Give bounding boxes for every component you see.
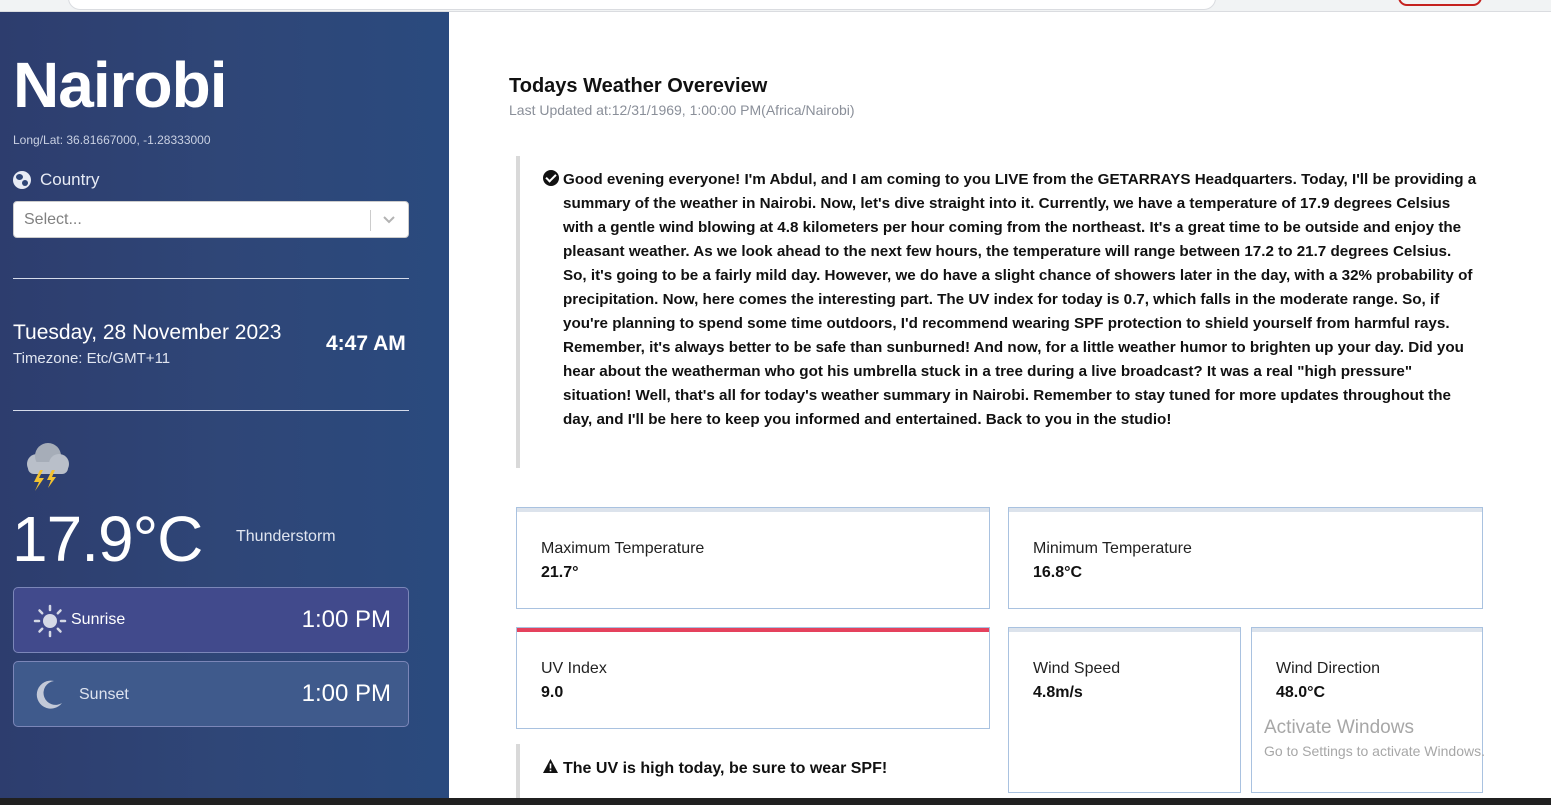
- divider: [13, 410, 409, 411]
- country-label-text: Country: [40, 170, 100, 189]
- last-updated: Last Updated at:12/31/1969, 1:00:00 PM(A…: [509, 102, 855, 118]
- coordinates: Long/Lat: 36.81667000, -1.28333000: [13, 133, 211, 147]
- moon-icon: [36, 680, 62, 709]
- current-temperature: 17.9°C: [12, 503, 203, 575]
- sunrise-time: 1:00 PM: [301, 606, 391, 633]
- uv-index-card: UV Index 9.0: [516, 627, 990, 729]
- sunrise-label: Sunrise: [71, 611, 126, 628]
- check-circle-icon: [543, 170, 559, 186]
- wind-speed-label: Wind Speed: [1033, 660, 1121, 677]
- warning-icon: [543, 759, 558, 773]
- page-title: Todays Weather Overeview: [509, 75, 768, 97]
- wind-direction-label: Wind Direction: [1276, 660, 1381, 677]
- watermark-title: Activate Windows: [1264, 717, 1414, 738]
- country-select[interactable]: Select...: [13, 201, 409, 238]
- sun-icon: [33, 604, 67, 638]
- wind-direction-value: 48.0°C: [1276, 684, 1326, 701]
- card-accent: [517, 508, 989, 512]
- sunset-label: Sunset: [79, 686, 129, 703]
- uv-warning: The UV is high today, be sure to wear SP…: [516, 744, 991, 798]
- max-temp-label: Maximum Temperature: [541, 540, 705, 557]
- weather-summary: Good evening everyone! I'm Abdul, and I …: [516, 156, 1482, 468]
- chevron-down-icon[interactable]: [382, 212, 396, 226]
- current-date: Tuesday, 28 November 2023: [13, 321, 282, 344]
- sunset-card: Sunset 1:00 PM: [13, 661, 409, 727]
- divider: [13, 278, 409, 279]
- current-time: 4:47 AM: [326, 332, 406, 355]
- max-temp-card: Maximum Temperature 21.7°: [516, 507, 990, 609]
- uv-accent-bar: [517, 628, 989, 632]
- sidebar: Nairobi Long/Lat: 36.81667000, -1.283330…: [0, 12, 449, 798]
- card-accent: [1252, 628, 1482, 632]
- uv-index-label: UV Index: [541, 660, 607, 677]
- weather-condition: Thunderstorm: [236, 528, 336, 545]
- address-bar[interactable]: [68, 0, 1216, 10]
- max-temp-value: 21.7°: [541, 564, 579, 581]
- country-label: Country: [13, 170, 100, 190]
- browser-chrome: [0, 0, 1551, 12]
- main-panel: Todays Weather Overeview Last Updated at…: [449, 12, 1551, 798]
- uv-index-value: 9.0: [541, 684, 564, 701]
- card-accent: [1009, 508, 1482, 512]
- sunrise-card: Sunrise 1:00 PM: [13, 587, 409, 653]
- thunderstorm-cloud-icon: [27, 443, 69, 491]
- taskbar: [0, 798, 1551, 805]
- sunset-time: 1:00 PM: [301, 680, 391, 707]
- city-name: Nairobi: [13, 49, 227, 121]
- profile-button[interactable]: [1398, 0, 1482, 6]
- activate-windows-watermark: Activate Windows Go to Settings to activ…: [1264, 717, 1485, 759]
- watermark-subtitle: Go to Settings to activate Windows.: [1264, 743, 1485, 759]
- globe-icon: [13, 171, 31, 189]
- min-temp-value: 16.8°C: [1033, 564, 1083, 581]
- summary-text: Good evening everyone! I'm Abdul, and I …: [563, 171, 1477, 428]
- wind-direction-card: Wind Direction 48.0°C: [1251, 627, 1483, 793]
- uv-warning-text: The UV is high today, be sure to wear SP…: [563, 760, 888, 777]
- min-temp-card: Minimum Temperature 16.8°C: [1008, 507, 1483, 609]
- select-separator: [370, 210, 371, 231]
- min-temp-label: Minimum Temperature: [1033, 540, 1192, 557]
- wind-speed-value: 4.8m/s: [1033, 684, 1083, 701]
- country-select-placeholder: Select...: [24, 211, 82, 228]
- wind-speed-card: Wind Speed 4.8m/s: [1008, 627, 1241, 793]
- timezone: Timezone: Etc/GMT+11: [13, 350, 171, 367]
- card-accent: [1009, 628, 1240, 632]
